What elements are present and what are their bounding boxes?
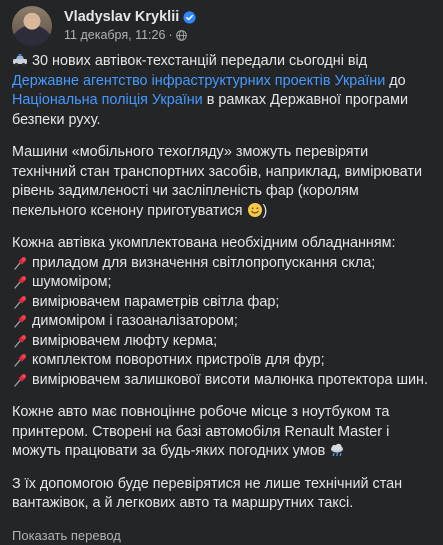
paragraph-1-text-b: до: [385, 73, 405, 89]
equipment-item-text: вимірювачем люфту керма;: [32, 332, 217, 352]
author-name[interactable]: Vladyslav Kryklii: [64, 9, 179, 25]
equipment-item: комплектом поворотних пристроїв для фур;: [12, 351, 431, 371]
equipment-item: димоміром і газоаналізатором;: [12, 312, 431, 332]
pushpin-icon: [12, 352, 28, 368]
pushpin-icon: [12, 294, 28, 310]
smiling-face-icon: [247, 202, 263, 218]
pushpin-icon: [12, 274, 28, 290]
equipment-list: приладом для визначення світлопропусканн…: [12, 254, 431, 391]
verified-badge-icon: [183, 11, 196, 24]
post-card: Vladyslav Kryklii 11 декабря, 11:26 ·: [0, 0, 443, 462]
equipment-item-text: приладом для визначення світлопропусканн…: [32, 254, 375, 274]
post-timestamp[interactable]: 11 декабря, 11:26: [64, 28, 165, 42]
paragraph-1-text-a: 30 нових автівок-техстанцій передали сьо…: [32, 53, 367, 69]
paragraph-2: Машини «мобільного техогляду» зможуть пе…: [12, 143, 431, 221]
pushpin-icon: [12, 372, 28, 388]
paragraph-2-text: Машини «мобільного техогляду» зможуть пе…: [12, 144, 422, 219]
police-car-icon: [12, 52, 28, 68]
globe-icon[interactable]: [176, 30, 187, 41]
paragraph-2-end: ): [263, 203, 268, 219]
equipment-item: вимірювачем люфту керма;: [12, 332, 431, 352]
pushpin-icon: [12, 333, 28, 349]
equipment-item-text: вимірювачем параметрів світла фар;: [32, 293, 279, 313]
equipment-item-text: вимірювачем залишкової висоти малюнка пр…: [32, 371, 428, 391]
post-body: 30 нових автівок-техстанцій передали сьо…: [12, 52, 431, 545]
link-national-police[interactable]: Національна поліція України: [12, 92, 203, 108]
pushpin-icon: [12, 255, 28, 271]
paragraph-5: З їх допомогою буде перевірятися не лише…: [12, 475, 431, 514]
link-infrastructure-agency[interactable]: Державне агентство інфраструктурних прое…: [12, 73, 385, 89]
paragraph-1: 30 нових автівок-техстанцій передали сьо…: [12, 52, 431, 130]
rain-cloud-icon: [329, 442, 345, 458]
equipment-item: шумоміром;: [12, 273, 431, 293]
post-header: Vladyslav Kryklii 11 декабря, 11:26 ·: [12, 0, 431, 52]
meta-separator: ·: [168, 28, 172, 42]
equipment-item: вимірювачем параметрів світла фар;: [12, 293, 431, 313]
see-translation-link[interactable]: Показать перевод: [12, 526, 431, 545]
equipment-item-text: димоміром і газоаналізатором;: [32, 312, 238, 332]
paragraph-3-intro: Кожна автівка укомплектована необхідним …: [12, 234, 431, 254]
author-line: Vladyslav Kryklii: [64, 9, 196, 25]
equipment-item: приладом для визначення світлопропусканн…: [12, 254, 431, 274]
post-meta: 11 декабря, 11:26 ·: [64, 28, 187, 42]
avatar[interactable]: [12, 6, 52, 46]
pushpin-icon: [12, 313, 28, 329]
paragraph-4: Кожне авто має повноцінне робоче місце з…: [12, 403, 431, 462]
equipment-item-text: комплектом поворотних пристроїв для фур;: [32, 351, 325, 371]
equipment-item: вимірювачем залишкової висоти малюнка пр…: [12, 371, 431, 391]
equipment-item-text: шумоміром;: [32, 273, 111, 293]
